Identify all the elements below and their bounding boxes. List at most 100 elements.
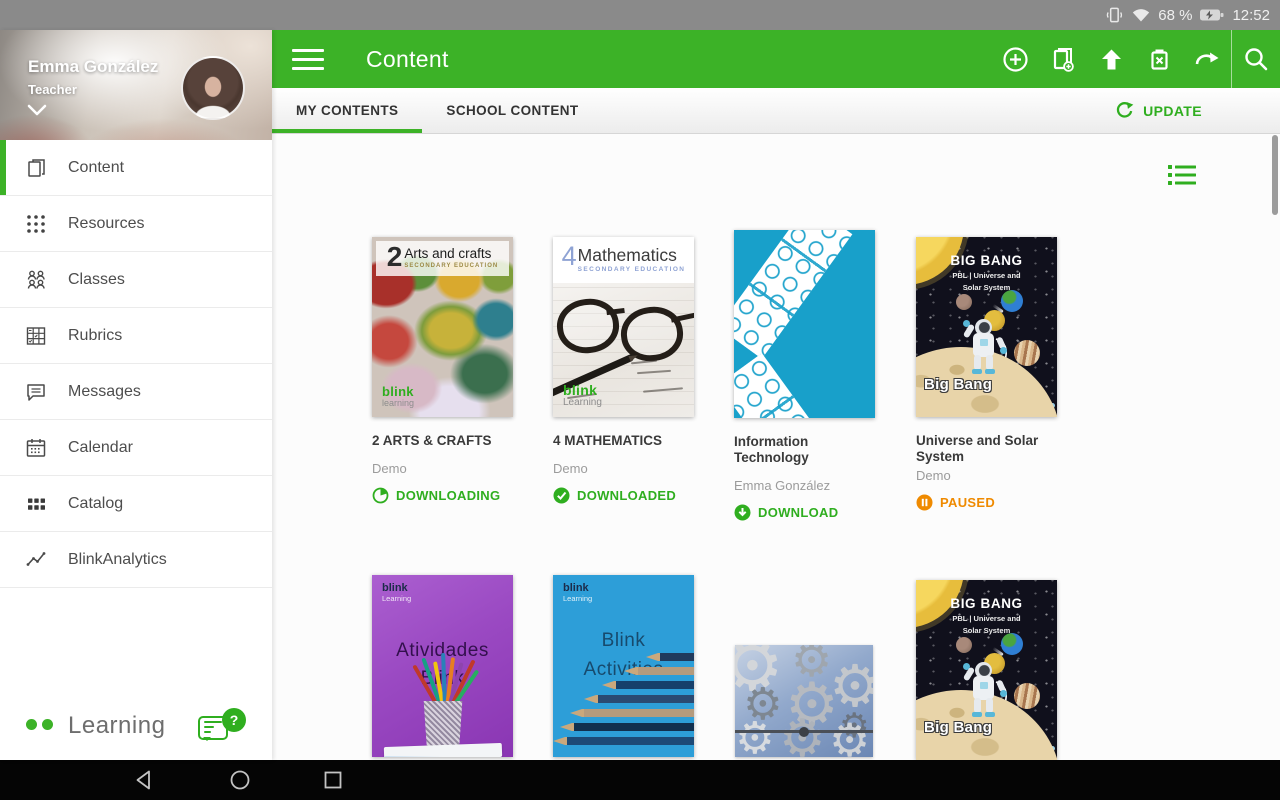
downloading-icon [372,487,389,504]
wifi-icon [1133,9,1150,22]
app-bar-actions [991,30,1280,88]
blink-logo: blink learning [382,384,415,408]
sidebar-footer: Learning ? [0,708,272,744]
book-cover-mathematics[interactable]: 4 Mathematics SECONDARY EDUCATION blink … [553,237,694,417]
sidebar-item-content[interactable]: Content [0,140,272,196]
logo-wordmark: Learning [68,712,166,739]
book-cover-information-technology[interactable] [734,230,875,418]
book-author: Emma González [734,477,831,493]
cover-name: Mathematics SECONDARY EDUCATION [577,245,686,273]
book-card: BIG BANG PBL | Universe and Solar System… [916,237,1057,511]
refresh-icon [1116,102,1134,118]
book-title[interactable]: 2 ARTS & CRAFTS [372,433,522,449]
trash-icon [1150,49,1168,70]
pencils-art [408,652,480,709]
list-view-icon[interactable] [1168,164,1196,186]
page-title: Content [366,45,449,72]
sidebar-item-label: Resources [68,214,145,232]
classes-icon [27,270,45,289]
search-button[interactable] [1232,30,1280,88]
analytics-icon [26,551,46,566]
add-button[interactable] [991,30,1039,88]
book-card: ⚙ ⚙ ⚙ ⚙ ⚙ ⚙ ⚙ ⚙ ⚙ [735,645,876,757]
cover-caption: Big Bang [924,719,993,736]
sidebar-item-label: Rubrics [68,326,123,344]
book-title[interactable]: Information Technology [734,434,884,466]
delete-button[interactable] [1135,30,1183,88]
book-cover-big-bang[interactable]: BIG BANG PBL | Universe and Solar System… [916,237,1057,417]
cover-edition: SECONDARY EDUCATION [404,262,499,269]
book-card: 2 Arts and crafts SECONDARY EDUCATION bl… [372,237,513,504]
book-author: Demo [553,460,588,476]
astronaut-art [962,319,1007,377]
menu-hamburger-button[interactable] [292,43,324,76]
scrollbar[interactable] [1272,135,1278,215]
book-cover-gears[interactable]: ⚙ ⚙ ⚙ ⚙ ⚙ ⚙ ⚙ ⚙ ⚙ [735,645,873,757]
profile-header[interactable]: Emma González Teacher [0,30,272,140]
search-icon [1245,48,1268,71]
sidebar-item-label: Content [68,158,125,176]
blink-learning-logo: Learning [26,712,165,740]
book-card: BIG BANG PBL | Universe and Solar System… [916,580,1057,760]
catalog-icon [28,498,45,510]
sidebar-item-label: Calendar [68,438,133,456]
back-button[interactable] [133,768,157,792]
sidebar-item-rubrics[interactable]: Rubrics [0,308,272,364]
avatar[interactable] [181,56,245,120]
download-status[interactable]: DOWNLOADING [372,487,513,504]
book-card: 4 Mathematics SECONDARY EDUCATION blink … [553,237,694,504]
book-cover-big-bang[interactable]: BIG BANG PBL | Universe and Solar System… [916,580,1057,760]
recents-button[interactable] [321,768,345,792]
sidebar-item-messages[interactable]: Messages [0,364,272,420]
calendar-icon [26,438,46,457]
cover-number: 2 [386,241,403,272]
help-chat-button[interactable]: ? [198,708,246,744]
sidebar-menu: Content Resources Classes Rubrics Messag… [0,140,272,588]
cover-number: 4 [561,241,577,271]
logo-dots [26,717,58,735]
book-title[interactable]: 4 MATHEMATICS [553,433,703,449]
book-title[interactable]: Universe and Solar System [916,433,1066,465]
download-status[interactable]: DOWNLOAD [734,504,875,521]
book-cover-blink-activities[interactable]: blink Learning Blink Activities [553,575,694,757]
cover-name: Arts and crafts SECONDARY EDUCATION [404,246,499,269]
sidebar-item-blinkanalytics[interactable]: BlinkAnalytics [0,532,272,588]
sidebar-item-classes[interactable]: Classes [0,252,272,308]
app-screen: 68 % 12:52 Emma González Teacher Content [0,0,1280,800]
upload-button[interactable] [1087,30,1135,88]
cover-caption: Big Bang [924,376,993,393]
home-button[interactable] [228,768,252,792]
sidebar-item-catalog[interactable]: Catalog [0,476,272,532]
battery-percent: 68 % [1158,6,1193,24]
download-status[interactable]: DOWNLOADED [553,487,694,504]
tab-bar: MY CONTENTS SCHOOL CONTENT UPDATE [272,88,1280,134]
content-grid: 2 Arts and crafts SECONDARY EDUCATION bl… [272,134,1280,760]
sidebar-item-label: Catalog [68,494,124,512]
messages-icon [27,383,45,401]
tab-my-contents[interactable]: MY CONTENTS [272,88,423,133]
blink-logo: blink Learning [563,382,602,408]
sidebar-item-resources[interactable]: Resources [0,196,272,252]
resources-icon [27,214,45,233]
battery-icon [1200,9,1224,21]
book-card: blink Learning Atividades Blink [372,575,513,757]
book-card: Information Technology Emma González DOW… [734,230,875,521]
share-button[interactable] [1183,30,1231,88]
sidebar-item-calendar[interactable]: Calendar [0,420,272,476]
download-status[interactable]: PAUSED [916,494,1057,511]
book-cover-atividades-blink[interactable]: blink Learning Atividades Blink [372,575,513,757]
add-document-button[interactable] [1039,30,1087,88]
chevron-down-icon[interactable] [26,104,48,116]
android-nav-bar [0,760,1280,800]
book-author: Demo [372,460,407,476]
download-icon [734,504,751,521]
sidebar-item-label: Messages [68,382,141,400]
android-status-bar: 68 % 12:52 [0,0,1280,30]
books-stack-art [383,742,503,757]
book-card: blink Learning Blink Activities [553,575,694,757]
blink-logo: blink Learning [382,582,412,603]
sidebar-item-label: Classes [68,270,125,288]
update-button[interactable]: UPDATE [1115,88,1202,133]
tab-school-content[interactable]: SCHOOL CONTENT [422,88,602,133]
book-cover-arts-crafts[interactable]: 2 Arts and crafts SECONDARY EDUCATION bl… [372,237,513,417]
